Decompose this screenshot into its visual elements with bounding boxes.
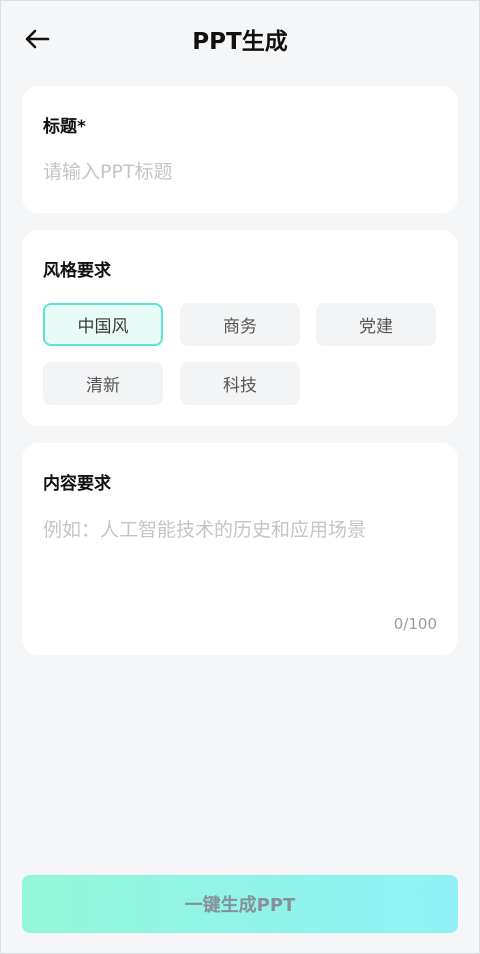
title-card: 标题* [22,86,458,213]
style-option-fresh[interactable]: 清新 [43,362,163,405]
style-option-tech[interactable]: 科技 [180,362,300,405]
style-option-party[interactable]: 党建 [316,303,436,346]
content-textarea[interactable] [43,515,437,595]
generate-ppt-button[interactable]: 一键生成PPT [22,875,458,933]
content-card: 内容要求 0/100 [22,443,458,655]
style-card: 风格要求 中国风 商务 党建 清新 科技 [22,230,458,426]
title-input[interactable] [43,158,437,186]
page-title: PPT生成 [192,29,288,55]
style-label: 风格要求 [43,261,111,281]
content-label: 内容要求 [43,474,111,494]
app-header: PPT生成 [0,0,480,78]
style-option-business[interactable]: 商务 [180,303,300,346]
style-option-chinese[interactable]: 中国风 [43,303,163,346]
title-label: 标题* [43,117,86,137]
char-counter: 0/100 [393,615,437,633]
